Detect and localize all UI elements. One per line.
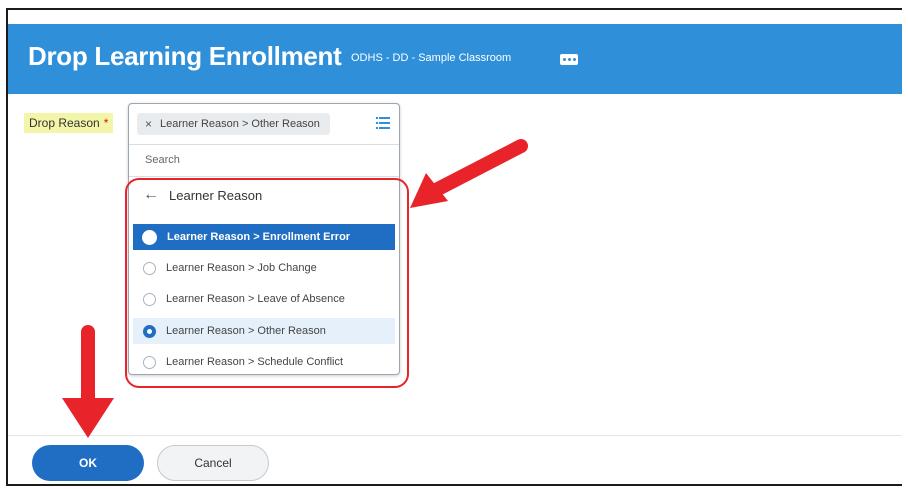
annotation-arrows xyxy=(62,139,528,438)
annotation-arrow-icon xyxy=(410,139,528,208)
annotation-arrow-icon xyxy=(62,325,114,438)
